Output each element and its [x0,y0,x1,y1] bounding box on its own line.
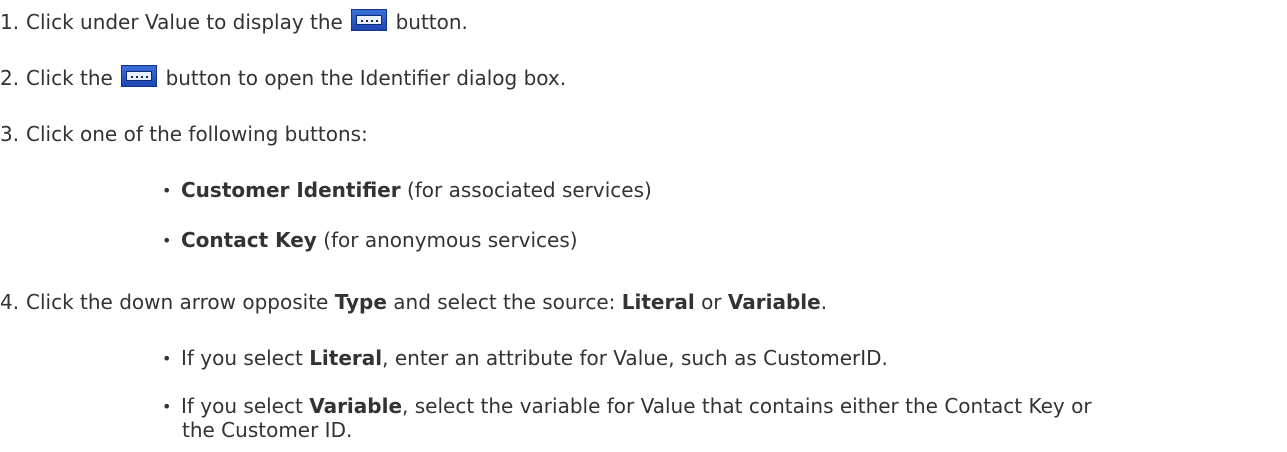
step-text: Click under Value to display the [26,10,343,34]
option-description: , enter an attribute for Value, such as … [382,346,888,370]
step-text: Click one of the following buttons: [26,122,368,146]
option-description: , select the variable for Value that con… [402,394,1092,418]
option-name: Customer Identifier [181,178,401,202]
ellipsis-button-icon [121,65,158,87]
step-2: 2. Click the button to open the Identifie… [0,64,566,92]
variable-term: Variable [727,290,821,314]
list-item-variable: • If you select Variable, select the vari… [162,392,1092,421]
bullet-icon: • [162,181,172,200]
step-4: 4. Click the down arrow opposite Type and… [0,288,827,316]
bullet-icon: • [162,397,172,416]
option-prefix: If you select [181,394,303,418]
step-text: Click the down arrow opposite [26,290,329,314]
option-name: Variable [309,394,403,418]
type-term: Type [334,290,387,314]
step-text: button to open the Identifier dialog box… [165,66,567,90]
list-item-customer-identifier: • Customer Identifier (for associated ser… [162,176,652,205]
step-text: button. [395,10,468,34]
option-name: Contact Key [181,228,317,252]
step-number: 1. [0,10,20,34]
ellipsis-button-icon [351,9,388,31]
bullet-icon: • [162,349,172,368]
option-prefix: If you select [181,346,303,370]
list-item-variable-continuation: the Customer ID. [182,418,353,442]
list-item-contact-key: • Contact Key (for anonymous services) [162,226,578,255]
option-description: (for anonymous services) [323,228,578,252]
option-description: (for associated services) [406,178,652,202]
step-number: 4. [0,290,20,314]
option-name: Literal [309,346,383,370]
bullet-icon: • [162,231,172,250]
step-text: Click the [26,66,113,90]
step-text: and select the source: [393,290,616,314]
list-item-literal: • If you select Literal, enter an attribu… [162,344,888,373]
step-text-end: . [820,290,828,314]
step-text: or [701,290,722,314]
step-1: 1. Click under Value to display the butto… [0,8,468,36]
step-3: 3. Click one of the following buttons: [0,120,368,148]
step-number: 2. [0,66,20,90]
step-number: 3. [0,122,20,146]
literal-term: Literal [621,290,695,314]
